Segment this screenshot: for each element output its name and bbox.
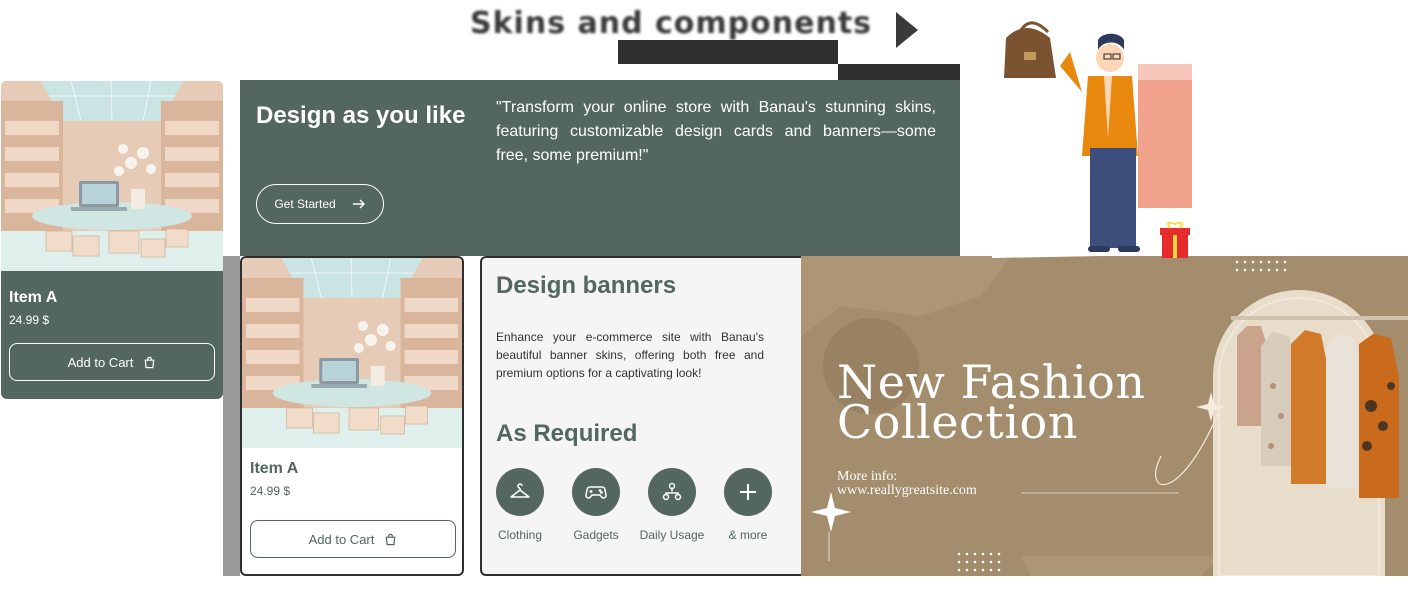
banners-description: Enhance your e-commerce site with Banau'… xyxy=(496,330,764,380)
category-circle xyxy=(496,468,544,516)
add-to-cart-label: Add to Cart xyxy=(67,354,134,370)
fashion-info: More info: www.reallygreatsite.com xyxy=(837,470,977,498)
shopper-illustration xyxy=(992,6,1192,258)
shopping-bag-icon xyxy=(145,356,155,368)
page-heading: Skins and components xyxy=(470,6,873,41)
category-label: & more xyxy=(728,528,768,542)
network-icon xyxy=(662,482,682,501)
plus-icon xyxy=(740,484,756,500)
banners-title: Design banners xyxy=(496,272,677,299)
get-started-label: Get Started xyxy=(274,197,336,211)
product-price: 24.99 $ xyxy=(9,313,50,327)
hero-title: Design as you like xyxy=(256,102,466,129)
banners-subtitle: As Required xyxy=(496,420,638,447)
arrow-icon xyxy=(896,12,918,48)
category-gadgets[interactable]: Gadgets xyxy=(556,468,636,542)
product-card: Item A 24.99 $ Add to Cart xyxy=(1,81,223,399)
category-label: Clothing xyxy=(497,528,543,542)
header-underline-right xyxy=(838,64,960,80)
background-strip xyxy=(223,256,240,576)
product-title: Item A xyxy=(9,289,58,306)
hero-section: Design as you like Get Started "Transfor… xyxy=(240,80,960,256)
product-title: Item A xyxy=(250,460,299,477)
arrow-right-icon xyxy=(352,199,365,209)
fashion-banner: New Fashion Collection More info: www.re… xyxy=(801,256,1408,576)
add-to-cart-button[interactable]: Add to Cart xyxy=(9,343,215,381)
product-price: 24.99 $ xyxy=(250,484,291,498)
category-label: Gadgets xyxy=(573,528,619,542)
header-underline-left xyxy=(618,40,838,64)
get-started-button[interactable]: Get Started xyxy=(256,184,384,224)
background-shape xyxy=(1138,64,1192,208)
product-image xyxy=(1,81,223,271)
category-clothing[interactable]: Clothing xyxy=(480,468,560,542)
add-to-cart-label: Add to Cart xyxy=(308,531,375,547)
hanger-icon xyxy=(510,483,530,498)
fashion-title: New Fashion Collection xyxy=(837,359,1145,445)
category-more[interactable]: & more xyxy=(708,468,788,542)
gamepad-icon xyxy=(585,486,607,499)
category-daily-usage[interactable]: Daily Usage xyxy=(632,468,712,542)
category-circle xyxy=(572,468,620,516)
fashion-info-url[interactable]: www.reallygreatsite.com xyxy=(837,484,977,498)
product-image xyxy=(242,258,462,448)
banner-info-panel: Design banners Enhance your e-commerce s… xyxy=(480,256,802,576)
category-label: Daily Usage xyxy=(639,528,705,542)
fashion-info-label: More info: xyxy=(837,469,898,484)
category-circle xyxy=(724,468,772,516)
shopping-bag-icon xyxy=(386,533,396,545)
category-circle xyxy=(648,468,696,516)
hero-quote: "Transform your online store with Banau'… xyxy=(496,99,936,164)
add-to-cart-button[interactable]: Add to Cart xyxy=(250,520,456,558)
product-card: Item A 24.99 $ Add to Cart xyxy=(240,256,464,576)
